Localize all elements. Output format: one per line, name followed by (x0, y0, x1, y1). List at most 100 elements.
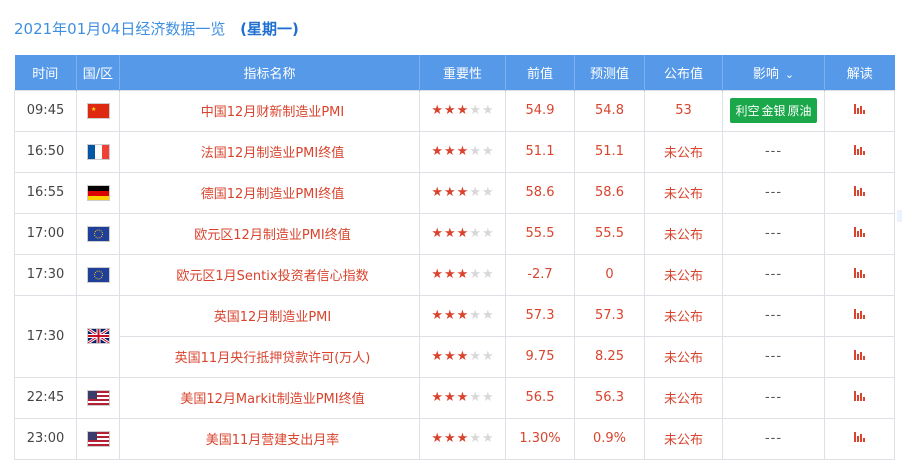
star-icon: ★ (431, 144, 444, 159)
economic-calendar-table: 时间 国/区 指标名称 重要性 前值 预测值 公布值 影响 ⌄ 解读 09:45 ★… (14, 55, 895, 460)
star-icon: ★ (481, 431, 494, 446)
row-analysis[interactable] (824, 171, 895, 214)
star-icon: ★ (469, 390, 481, 405)
eu-flag-icon (86, 225, 110, 242)
row-indicator[interactable]: 英国12月制造业PMI (119, 294, 420, 337)
row-previous: 51.1 (505, 130, 575, 173)
star-icon: ★ (456, 390, 469, 405)
star-icon: ★ (481, 103, 494, 118)
star-icon: ★ (481, 390, 494, 405)
table-row: 17:30 英国12月制造业PMI ★ ★ ★ ★ ★ 57.3 57.3 未公布 --- (14, 294, 895, 378)
star-icon: ★ (456, 349, 469, 364)
row-impact: --- (722, 335, 825, 378)
row-analysis[interactable] (824, 253, 895, 296)
row-indicator[interactable]: 欧元区1月Sentix投资者信心指数 (119, 253, 420, 296)
row-indicator[interactable]: 中国12月财新制造业PMI (119, 89, 420, 132)
svg-text:★: ★ (91, 106, 96, 113)
row-analysis[interactable] (824, 294, 895, 337)
row-importance: ★ ★ ★ ★ ★ (419, 89, 506, 132)
row-indicator[interactable]: 美国12月Markit制造业PMI终值 (119, 376, 420, 419)
star-icon: ★ (444, 267, 456, 282)
row-actual: 53 (644, 89, 723, 132)
row-country: ★ (76, 89, 120, 132)
col-forecast: 预测值 (574, 55, 645, 90)
row-indicator[interactable]: 法国12月制造业PMI终值 (119, 130, 420, 173)
chart-icon[interactable] (853, 227, 866, 237)
row-importance: ★ ★ ★ ★ ★ (419, 294, 506, 337)
row-indicator[interactable]: 欧元区12月制造业PMI终值 (119, 212, 420, 255)
star-icon: ★ (481, 349, 494, 364)
row-previous: 58.6 (505, 171, 575, 214)
row-time: 17:00 (14, 212, 77, 255)
star-icon: ★ (456, 226, 469, 241)
row-analysis[interactable] (824, 212, 895, 255)
row-importance: ★ ★ ★ ★ ★ (419, 417, 506, 460)
row-impact: --- (722, 130, 825, 173)
scroll-indicator[interactable] (897, 210, 902, 222)
row-analysis[interactable] (824, 417, 895, 460)
star-icon: ★ (444, 185, 456, 200)
chart-icon[interactable] (853, 268, 866, 278)
row-actual: 未公布 (644, 253, 723, 296)
impact-tag: 金银 (761, 104, 786, 118)
row-forecast: 8.25 (574, 335, 645, 378)
star-icon: ★ (444, 144, 456, 159)
chart-icon[interactable] (853, 309, 866, 319)
row-analysis[interactable] (824, 89, 895, 132)
star-icon: ★ (469, 349, 481, 364)
row-time: 17:30 (14, 294, 77, 378)
row-analysis[interactable] (824, 335, 895, 378)
chart-icon[interactable] (853, 350, 866, 360)
row-forecast: 58.6 (574, 171, 645, 214)
row-actual: 未公布 (644, 212, 723, 255)
star-icon: ★ (469, 103, 481, 118)
col-impact[interactable]: 影响 ⌄ (722, 55, 825, 90)
row-time: 09:45 (14, 89, 77, 132)
star-icon: ★ (431, 390, 444, 405)
row-previous: 54.9 (505, 89, 575, 132)
row-forecast: 0 (574, 253, 645, 296)
star-icon: ★ (444, 349, 456, 364)
row-previous: 55.5 (505, 212, 575, 255)
col-impact-label: 影响 (752, 66, 779, 82)
row-analysis[interactable] (824, 376, 895, 419)
row-previous: 57.3 (505, 294, 575, 337)
us-flag-icon (86, 389, 110, 406)
chart-icon[interactable] (853, 432, 866, 442)
row-time: 22:45 (14, 376, 77, 419)
col-actual: 公布值 (644, 55, 723, 90)
chart-icon[interactable] (853, 104, 866, 114)
row-analysis[interactable] (824, 130, 895, 173)
row-indicator[interactable]: 德国12月制造业PMI终值 (119, 171, 420, 214)
star-icon: ★ (469, 267, 481, 282)
star-icon: ★ (456, 103, 469, 118)
row-actual: 未公布 (644, 417, 723, 460)
row-impact: --- (722, 294, 825, 337)
row-time: 16:55 (14, 171, 77, 214)
chart-icon[interactable] (853, 391, 866, 401)
row-country (76, 171, 120, 214)
row-forecast: 57.3 (574, 294, 645, 337)
chart-icon[interactable] (853, 145, 866, 155)
row-impact: 利空 金银 原油 (722, 89, 825, 132)
row-importance: ★ ★ ★ ★ ★ (419, 130, 506, 173)
chart-icon[interactable] (853, 186, 866, 196)
table-row: 17:00 欧元区12月制造业PMI终值 ★ ★ ★ ★ ★ 55.5 55.5 未公布 --- (14, 212, 895, 255)
row-importance: ★ ★ ★ ★ ★ (419, 171, 506, 214)
star-icon: ★ (481, 308, 494, 323)
importance-stars: ★ ★ ★ ★ ★ (431, 145, 493, 158)
uk-flag-icon (86, 328, 110, 344)
star-icon: ★ (481, 226, 494, 241)
importance-stars: ★ ★ ★ ★ ★ (431, 268, 493, 281)
col-time: 时间 (14, 55, 77, 90)
row-actual: 未公布 (644, 335, 723, 378)
row-indicator[interactable]: 英国11月央行抵押贷款许可(万人) (119, 335, 420, 378)
row-importance: ★ ★ ★ ★ ★ (419, 335, 506, 378)
row-impact: --- (722, 417, 825, 460)
chevron-down-icon[interactable]: ⌄ (785, 68, 794, 81)
row-indicator[interactable]: 美国11月营建支出月率 (119, 417, 420, 460)
row-forecast: 54.8 (574, 89, 645, 132)
page-title-date: 2021年01月04日经济数据一览 (14, 20, 226, 38)
row-forecast: 0.9% (574, 417, 645, 460)
star-icon: ★ (444, 431, 456, 446)
